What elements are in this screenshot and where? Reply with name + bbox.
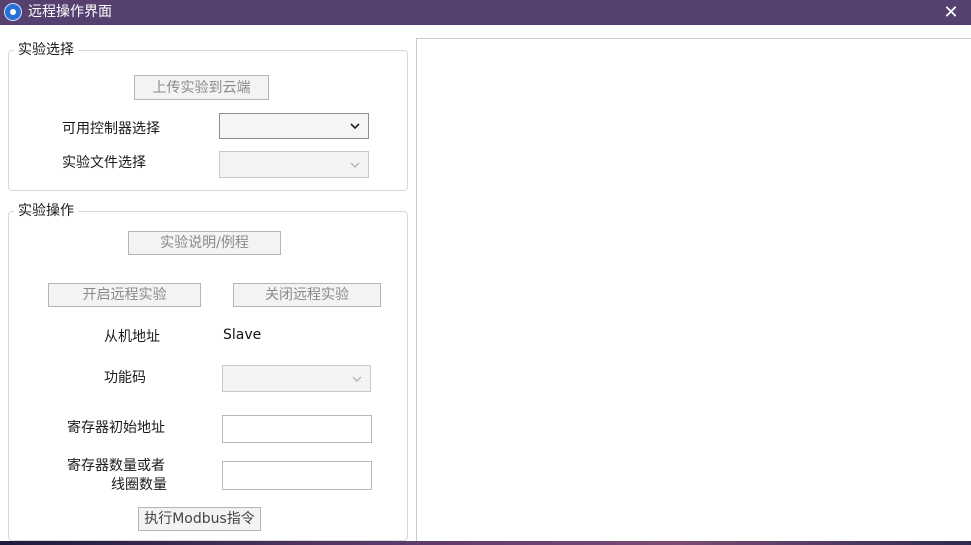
slave-address-value: Slave [223, 327, 262, 343]
experiment-selection-legend: 实验选择 [14, 41, 78, 59]
function-code-select[interactable] [222, 365, 371, 392]
app-logo-icon [4, 3, 22, 21]
register-count-label-line1: 寄存器数量或者 [67, 458, 165, 474]
execute-modbus-button[interactable]: 执行Modbus指令 [138, 507, 261, 531]
slave-address-label: 从机地址 [104, 329, 160, 345]
start-remote-experiment-button[interactable]: 开启远程实验 [48, 283, 201, 307]
remote-display-panel [416, 38, 971, 542]
register-start-address-label: 寄存器初始地址 [67, 420, 165, 436]
register-start-address-input[interactable] [222, 415, 372, 443]
register-count-label-line2: 线圈数量 [111, 477, 167, 493]
experiment-description-button[interactable]: 实验说明/例程 [128, 231, 281, 255]
stop-remote-experiment-button[interactable]: 关闭远程实验 [233, 283, 381, 307]
controller-select[interactable] [219, 113, 369, 139]
close-icon[interactable]: ✕ [939, 0, 963, 25]
experiment-file-label: 实验文件选择 [62, 155, 146, 171]
chevron-down-icon [352, 376, 362, 382]
chevron-down-icon [350, 162, 360, 168]
experiment-file-select[interactable] [219, 151, 369, 178]
controller-select-label: 可用控制器选择 [62, 121, 160, 137]
register-count-input[interactable] [222, 461, 372, 490]
experiment-operation-legend: 实验操作 [14, 202, 78, 220]
upload-experiment-button[interactable]: 上传实验到云端 [134, 75, 269, 100]
desktop-background-strip [0, 541, 971, 545]
function-code-label: 功能码 [104, 370, 146, 386]
chevron-down-icon [350, 123, 360, 130]
title-bar: 远程操作界面 ✕ [0, 0, 971, 25]
window-title: 远程操作界面 [28, 4, 112, 20]
